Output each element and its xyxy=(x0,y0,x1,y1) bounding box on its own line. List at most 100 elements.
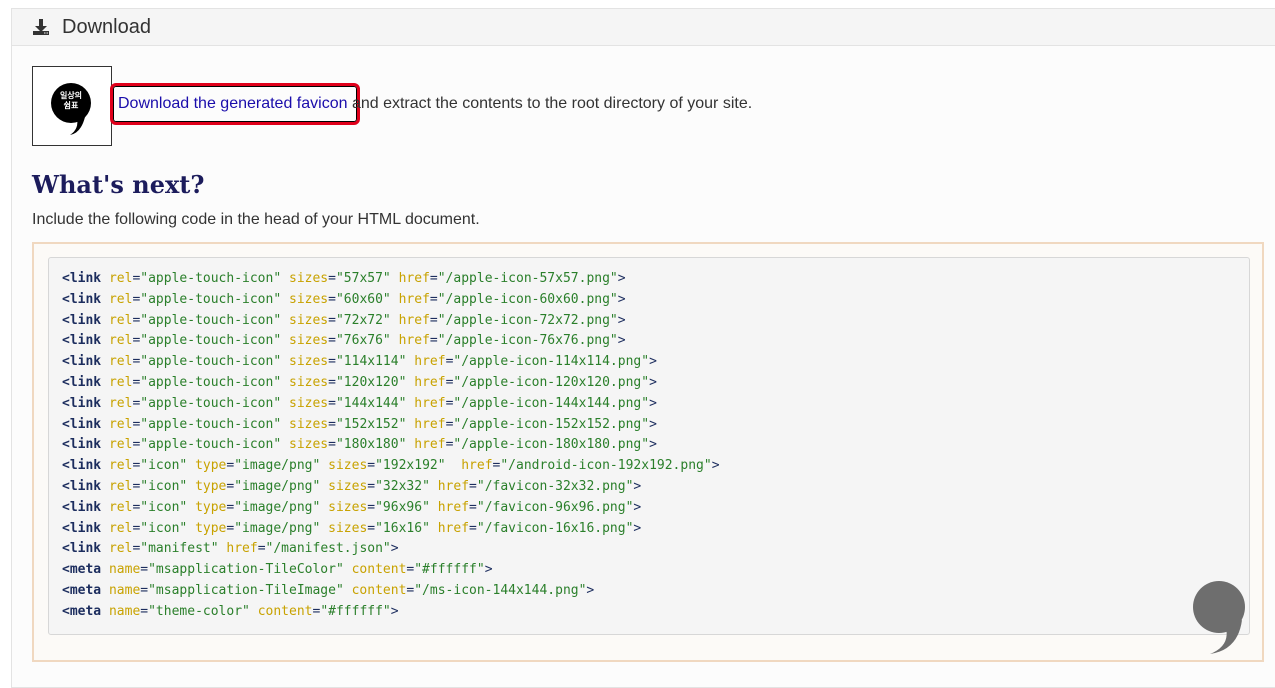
code-value: "/android-icon-192x192.png" xyxy=(500,458,712,474)
code-value: "/favicon-32x32.png" xyxy=(476,478,634,494)
download-instructions: Download the generated favicon and extra… xyxy=(118,95,752,113)
code-equals: = xyxy=(429,312,438,328)
code-equals: = xyxy=(328,354,336,370)
code-equals: = xyxy=(257,541,266,557)
code-attr: type xyxy=(195,520,227,536)
code-equals: = xyxy=(469,520,477,536)
code-equals: = xyxy=(328,395,336,411)
code-value: "72x72" xyxy=(335,312,391,328)
code-tag: <link xyxy=(62,520,102,536)
favicon-text-line2: 쉼표 xyxy=(63,101,79,110)
code-attr: rel xyxy=(108,499,133,515)
code-attr: rel xyxy=(108,437,133,453)
code-attr: sizes xyxy=(289,271,329,286)
code-attr: href xyxy=(398,333,430,349)
code-value: "apple-touch-icon" xyxy=(140,416,282,432)
code-attr: sizes xyxy=(328,458,368,474)
code-attr: rel xyxy=(108,354,133,370)
code-tag-close: > xyxy=(633,499,642,515)
code-value: "96x96" xyxy=(375,499,430,515)
code-container: <link rel="apple-touch-icon" sizes="57x5… xyxy=(32,242,1264,662)
code-value: "16x16" xyxy=(375,520,430,536)
code-equals: = xyxy=(367,520,376,536)
code-tag: <meta xyxy=(62,562,102,578)
code-tag-close: > xyxy=(484,562,493,578)
code-value: "apple-touch-icon" xyxy=(140,271,282,286)
favicon-text: 일상의 쉼표 xyxy=(33,91,109,111)
code-equals: = xyxy=(367,499,376,515)
code-attr: name xyxy=(108,562,141,578)
code-tag-close: > xyxy=(617,291,626,307)
code-attr: name xyxy=(108,603,141,619)
code-attr: href xyxy=(398,271,430,286)
code-value: "152x152" xyxy=(335,416,407,432)
code-attr: type xyxy=(195,478,227,494)
code-tag: <link xyxy=(62,541,102,557)
code-line: <link rel="apple-touch-icon" sizes="60x6… xyxy=(62,290,1249,311)
code-tag: <link xyxy=(62,333,102,349)
code-value: "144x144" xyxy=(335,395,407,411)
code-value: "/ms-icon-144x144.png" xyxy=(414,582,587,598)
code-attr: href xyxy=(398,312,430,328)
download-favicon-link[interactable]: Download the generated favicon xyxy=(118,95,348,113)
code-value: "/apple-icon-152x152.png" xyxy=(453,416,650,432)
code-value: "apple-touch-icon" xyxy=(140,374,282,390)
code-attr: href xyxy=(414,354,446,370)
code-value: "/apple-icon-57x57.png" xyxy=(437,271,618,286)
code-equals: = xyxy=(429,271,438,286)
code-attr: sizes xyxy=(289,395,329,411)
code-tag-close: > xyxy=(649,395,657,411)
code-value: "icon" xyxy=(140,520,188,536)
code-tag-close: > xyxy=(617,312,626,328)
code-line: <link rel="apple-touch-icon" sizes="76x7… xyxy=(62,331,1249,352)
code-equals: = xyxy=(328,271,336,286)
code-tag: <link xyxy=(62,437,102,453)
code-line: <link rel="apple-touch-icon" sizes="57x5… xyxy=(62,269,1249,290)
comma-icon[interactable] xyxy=(1180,576,1250,656)
code-line: <meta name="msapplication-TileColor" con… xyxy=(62,560,1249,581)
code-line: <link rel="icon" type="image/png" sizes=… xyxy=(62,498,1249,519)
code-tag: <link xyxy=(62,354,102,370)
code-value: "#ffffff" xyxy=(320,603,391,619)
code-equals: = xyxy=(140,582,149,598)
code-attr: href xyxy=(414,395,446,411)
code-value: "180x180" xyxy=(335,437,407,453)
code-value: "icon" xyxy=(140,458,188,474)
code-block[interactable]: <link rel="apple-touch-icon" sizes="57x5… xyxy=(48,257,1250,635)
code-value: "apple-touch-icon" xyxy=(140,437,282,453)
code-equals: = xyxy=(469,499,477,515)
code-value: "image/png" xyxy=(234,458,321,474)
code-tag: <link xyxy=(62,395,102,411)
code-equals: = xyxy=(367,458,376,474)
code-tag-close: > xyxy=(617,333,626,349)
code-tag: <meta xyxy=(62,603,102,619)
code-attr: type xyxy=(195,499,227,515)
code-attr: href xyxy=(226,541,258,557)
favicon-text-line1: 일상의 xyxy=(59,91,83,100)
code-attr: content xyxy=(351,562,407,578)
code-value: "apple-touch-icon" xyxy=(140,291,282,307)
code-attr: rel xyxy=(108,291,133,307)
code-equals: = xyxy=(328,416,336,432)
code-tag-close: > xyxy=(649,437,657,453)
code-value: "/apple-icon-144x144.png" xyxy=(453,395,650,411)
code-value: "/apple-icon-180x180.png" xyxy=(453,437,650,453)
code-attr: sizes xyxy=(289,416,329,432)
code-tag-close: > xyxy=(390,541,399,557)
code-value: "icon" xyxy=(140,478,188,494)
code-equals: = xyxy=(429,291,438,307)
code-value: "/favicon-16x16.png" xyxy=(476,520,634,536)
download-icon xyxy=(33,19,49,35)
code-attr: rel xyxy=(108,416,133,432)
code-value: "msapplication-TileImage" xyxy=(148,582,344,598)
code-attr: rel xyxy=(108,541,133,557)
code-line: <link rel="apple-touch-icon" sizes="114x… xyxy=(62,352,1249,373)
code-attr: rel xyxy=(108,395,133,411)
code-equals: = xyxy=(140,603,149,619)
code-equals: = xyxy=(140,562,149,578)
code-value: "image/png" xyxy=(234,520,321,536)
code-tag-close: > xyxy=(711,458,720,474)
code-tag: <link xyxy=(62,499,102,515)
code-value: "msapplication-TileColor" xyxy=(148,562,344,578)
code-attr: rel xyxy=(108,520,133,536)
